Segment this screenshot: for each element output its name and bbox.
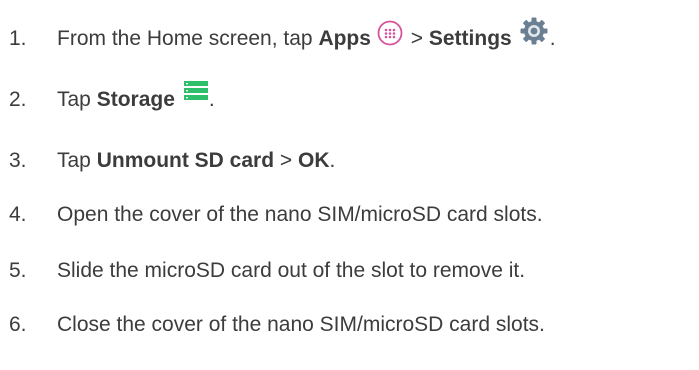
step-text: Close the cover of the nano SIM/microSD … (57, 313, 545, 336)
step-1: 1. From the Home screen, tap Apps > Sett… (0, 17, 556, 54)
step-text-part: . (549, 27, 556, 50)
step-5: 5. Slide the microSD card out of the slo… (0, 256, 525, 286)
step-3: 3. Tap Unmount SD card > OK. (0, 146, 335, 176)
step-text-part: . (208, 88, 215, 111)
step-text-part: > (274, 149, 298, 172)
step-text-part: Tap (57, 149, 97, 172)
step-2: 2. Tap Storage . (0, 81, 215, 115)
step-text: Slide the microSD card out of the slot t… (57, 259, 526, 282)
step-text-part: From the Home screen, tap (57, 27, 319, 50)
ok-label: OK (297, 149, 330, 172)
unmount-label: Unmount SD card (96, 149, 275, 172)
settings-label: Settings (428, 27, 512, 50)
storage-icon (183, 81, 208, 101)
step-6: 6. Close the cover of the nano SIM/micro… (0, 310, 545, 340)
step-text-part: > (404, 27, 429, 50)
apps-label: Apps (318, 27, 371, 50)
step-text: From the Home screen, tap Apps > Setting… (57, 17, 556, 54)
settings-gear-icon (519, 16, 549, 46)
step-4: 4. Open the cover of the nano SIM/microS… (0, 200, 543, 230)
step-text: Tap Storage . (57, 81, 215, 112)
instruction-list: 1. From the Home screen, tap Apps > Sett… (0, 0, 699, 370)
step-text-part: . (329, 149, 336, 172)
step-number: 5. (9, 259, 27, 282)
step-number: 3. (9, 149, 27, 172)
step-text-part: Tap (57, 88, 97, 111)
apps-icon (377, 20, 403, 46)
step-text: Open the cover of the nano SIM/microSD c… (57, 203, 543, 226)
step-number: 6. (9, 313, 27, 336)
storage-label: Storage (96, 88, 175, 111)
step-number: 1. (9, 27, 27, 50)
step-number: 4. (9, 203, 27, 226)
step-text: Tap Unmount SD card > OK. (57, 149, 335, 173)
step-number: 2. (9, 88, 27, 111)
